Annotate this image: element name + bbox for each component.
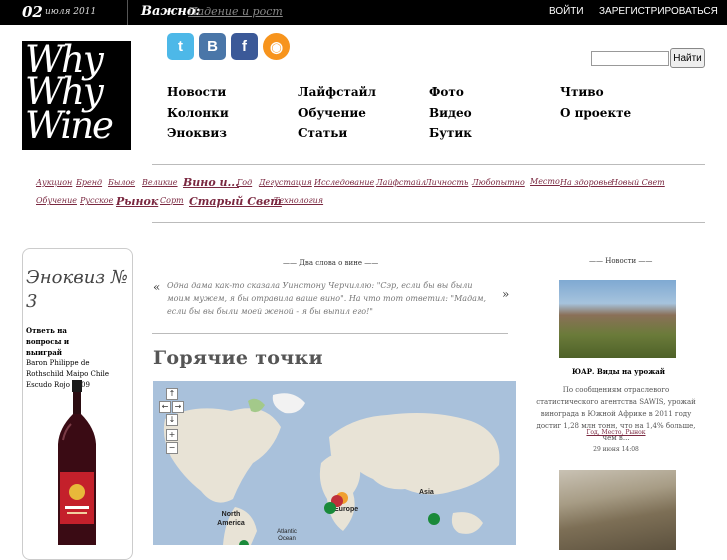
nav-education[interactable]: Обучение [298, 106, 366, 120]
tag-year[interactable]: Год [237, 178, 252, 187]
quiz-line-2: вопросы и [26, 337, 70, 346]
quiz-line-3: выиграй [26, 348, 62, 357]
tag-lifestyle[interactable]: Лайфстайл [376, 178, 426, 187]
map-label-atlantic: Atlantic Ocean [277, 529, 297, 542]
hot-spots-title: Горячие точки [153, 347, 323, 369]
tag-place[interactable]: Место [530, 177, 560, 186]
tag-variety[interactable]: Сорт [160, 196, 184, 205]
twitter-icon[interactable]: t [167, 33, 194, 60]
tag-curious[interactable]: Любопытно [472, 178, 525, 187]
map-pan-left-icon[interactable]: ← [159, 401, 171, 413]
nav-reading[interactable]: Чтиво [560, 85, 604, 99]
logo-line-3: Wine [25, 104, 114, 147]
tag-past[interactable]: Былое [108, 178, 135, 187]
tag-technology[interactable]: Технология [274, 196, 323, 205]
top-bar-divider [127, 0, 128, 25]
search-button[interactable]: Найти [670, 48, 705, 68]
quote-text: Одна дама как-то сказала Уинстону Черчил… [167, 281, 487, 316]
hot-spots-map[interactable]: ↑ ← → ↓ + − Asia Europe North America At… [153, 381, 516, 545]
tag-auction[interactable]: Аукцион [36, 178, 72, 187]
map-pan-down-icon[interactable]: ↓ [166, 414, 178, 426]
register-link[interactable]: ЗАРЕГИСТРИРОВАТЬСЯ [599, 6, 718, 17]
tag-wine-and[interactable]: Вино и... [183, 176, 239, 189]
header-divider [152, 164, 705, 165]
map-pan-right-icon[interactable]: → [172, 401, 184, 413]
date-day: 02 [22, 3, 43, 21]
login-link[interactable]: ВОЙТИ [549, 6, 584, 17]
news-photo-vineyard[interactable] [559, 280, 676, 358]
tag-market[interactable]: Рынок [116, 195, 158, 208]
nav-news[interactable]: Новости [167, 85, 226, 99]
tags-divider [152, 222, 705, 223]
tag-education[interactable]: Обучение [36, 196, 77, 205]
tag-personality[interactable]: Личность [425, 178, 468, 187]
nav-photo[interactable]: Фото [429, 85, 464, 99]
map-label-north-america: North America [217, 511, 245, 527]
tag-brand[interactable]: Бренд [76, 178, 102, 187]
nav-columns[interactable]: Колонки [167, 106, 229, 120]
map-zoom-in-icon[interactable]: + [166, 429, 178, 441]
news-section-label: —— Новости —— [589, 257, 653, 265]
nav-about[interactable]: О проекте [560, 106, 631, 120]
vkontakte-icon[interactable]: B [199, 33, 226, 60]
tag-great[interactable]: Великие [142, 178, 178, 187]
tag-research[interactable]: Исследование [314, 178, 374, 187]
nav-articles[interactable]: Статьи [298, 126, 347, 140]
news-tags[interactable]: Год, Место, Рынок [536, 429, 696, 436]
nav-video[interactable]: Видео [429, 106, 472, 120]
quiz-line-1: Ответь на [26, 326, 67, 335]
map-label-europe: Europe [334, 506, 359, 513]
quote-divider [152, 333, 508, 334]
news-date: 29 июня 14:08 [593, 446, 639, 453]
nav-lifestyle[interactable]: Лайфстайл [298, 85, 376, 99]
map-zoom-out-icon[interactable]: − [166, 442, 178, 454]
quiz-title[interactable]: Эноквиз № 3 [26, 266, 132, 314]
date-month-year: июля 2011 [45, 7, 97, 17]
top-bar: 02 июля 2011 Важно: Падение и рост ВОЙТИ… [0, 0, 727, 25]
tag-old-world[interactable]: Старый Свет [189, 195, 282, 208]
map-pan-up-icon[interactable]: ↑ [166, 388, 178, 400]
facebook-icon[interactable]: f [231, 33, 258, 60]
news-title[interactable]: ЮАР. Виды на урожай [560, 367, 677, 376]
nav-boutique[interactable]: Бутик [429, 126, 472, 140]
news-photo-terraces[interactable] [559, 470, 676, 550]
quote-prev-arrow[interactable]: « [153, 280, 160, 294]
quote-section-label: —— Два слова о вине —— [283, 259, 379, 267]
rss-icon[interactable]: ◉ [263, 33, 290, 60]
search-input[interactable] [591, 51, 669, 66]
tag-tasting[interactable]: Дегустация [259, 178, 312, 187]
nav-enoquiz[interactable]: Эноквиз [167, 126, 227, 140]
map-label-asia: Asia [419, 489, 434, 496]
tag-health[interactable]: На здоровье [560, 178, 612, 187]
site-logo[interactable]: Why Why Wine [22, 41, 131, 150]
tag-russian[interactable]: Русское [80, 196, 113, 205]
important-link[interactable]: Падение и рост [188, 5, 283, 18]
quote-next-arrow[interactable]: » [502, 287, 509, 301]
world-map-land [163, 393, 500, 545]
tag-new-world[interactable]: Новый Свет [611, 178, 665, 187]
wine-bottle-image[interactable] [55, 380, 99, 545]
